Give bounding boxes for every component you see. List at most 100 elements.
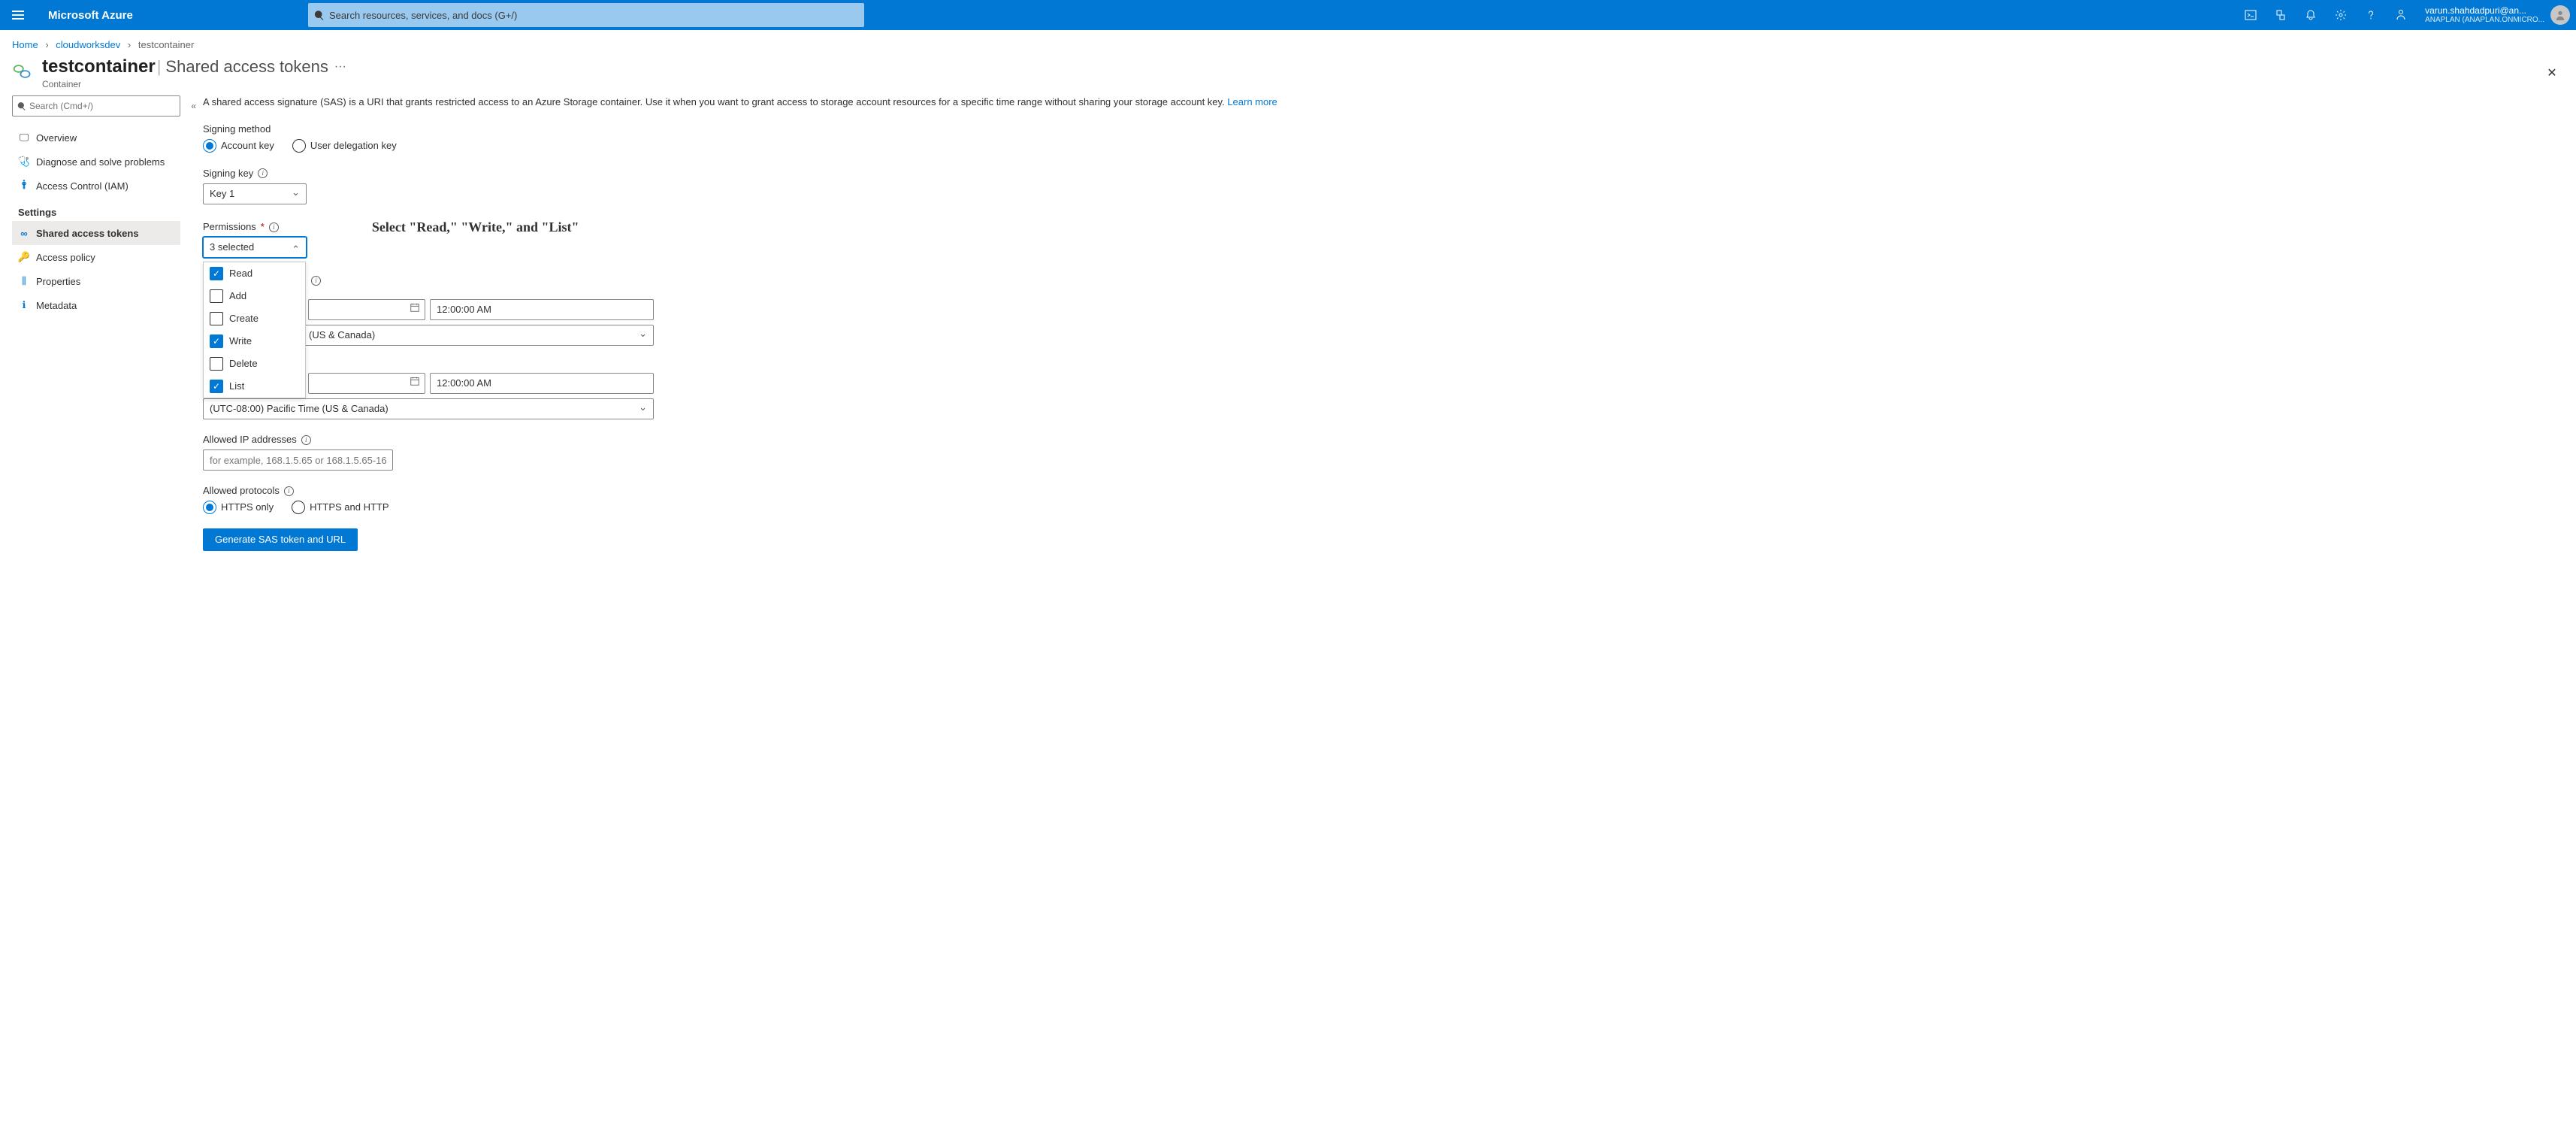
top-bar: Microsoft Azure varun.shahdadpuri@an... … [0,0,2576,30]
iam-icon: 🛉 [18,177,30,194]
info-icon[interactable] [258,168,268,178]
account-menu[interactable]: varun.shahdadpuri@an... ANAPLAN (ANAPLAN… [2416,0,2576,30]
notifications-icon[interactable] [2296,9,2326,21]
start-time-input[interactable]: 12:00:00 AM [430,299,654,320]
end-timezone-select[interactable]: (UTC-08:00) Pacific Time (US & Canada) [203,398,654,419]
page-section: Shared access tokens [165,57,328,77]
sidebar-item-overview[interactable]: 🖵 Overview [12,126,180,150]
account-tenant: ANAPLAN (ANAPLAN.ONMICRO... [2425,16,2544,24]
sidebar-item-label: Metadata [36,300,77,311]
sidebar-item-iam[interactable]: 🛉 Access Control (IAM) [12,174,180,198]
radio-icon [292,501,305,514]
signing-key-select[interactable]: Key 1 [203,183,307,204]
perm-option-delete[interactable]: Delete [204,353,305,375]
key-icon: 🔑 [18,251,30,263]
info-icon[interactable] [301,435,311,445]
perm-option-add[interactable]: Add [204,285,305,307]
brand: Microsoft Azure [36,0,145,30]
checkbox-icon [210,267,223,280]
chevron-right-icon [123,39,135,50]
perm-option-write[interactable]: Write [204,330,305,353]
sidebar-item-sas[interactable]: ∞ Shared access tokens [12,221,180,245]
permissions-select[interactable]: 3 selected [203,237,307,258]
signing-method-account-key[interactable]: Account key [203,139,274,153]
directories-icon[interactable] [2266,9,2296,21]
allowed-ip-label: Allowed IP addresses [203,433,297,446]
token-icon: ∞ [18,228,30,239]
end-time-input[interactable]: 12:00:00 AM [430,373,654,394]
resource-type: Container [42,79,352,89]
cloud-shell-icon[interactable] [2236,9,2266,21]
allowed-ip-input[interactable] [203,449,393,471]
chevron-down-icon [292,187,300,201]
close-button[interactable]: ✕ [2540,61,2564,85]
end-date-input[interactable] [308,373,425,394]
checkbox-icon [210,380,223,393]
sidebar-item-access-policy[interactable]: 🔑 Access policy [12,245,180,269]
generate-sas-button[interactable]: Generate SAS token and URL [203,528,358,551]
sidebar: 🖵 Overview 🩺 Diagnose and solve problems… [12,95,180,551]
breadcrumb: Home cloudworksdev testcontainer [0,30,2576,53]
sidebar-item-label: Access policy [36,252,95,263]
global-search[interactable] [308,3,864,27]
breadcrumb-home[interactable]: Home [12,39,38,50]
metadata-icon: ℹ [18,299,30,311]
checkbox-icon [210,334,223,348]
main-content: A shared access signature (SAS) is a URI… [180,95,2564,551]
chevron-down-icon [639,328,647,342]
info-icon[interactable] [269,222,279,232]
account-email: varun.shahdadpuri@an... [2425,6,2544,16]
breadcrumb-account[interactable]: cloudworksdev [56,39,120,50]
radio-icon [292,139,306,153]
page-header: testcontainer | Shared access tokens ···… [0,53,2576,95]
diagnose-icon: 🩺 [18,156,30,168]
learn-more-link[interactable]: Learn more [1227,96,1277,107]
permissions-dropdown[interactable]: Read Add Create Write Delete [203,262,306,398]
start-date-input[interactable] [308,299,425,320]
calendar-icon [410,302,420,316]
checkbox-icon [210,312,223,325]
sidebar-section-settings: Settings [18,207,180,218]
sidebar-search[interactable] [12,95,180,117]
calendar-icon [410,376,420,390]
chevron-up-icon [292,241,300,254]
signing-method-user-delegation[interactable]: User delegation key [292,139,397,153]
global-search-input[interactable] [329,10,858,21]
instruction-annotation: Select "Read," "Write," and "List" [372,218,579,237]
sidebar-search-input[interactable] [29,101,175,111]
sidebar-item-properties[interactable]: ⫼ Properties [12,269,180,293]
avatar [2550,5,2570,25]
required-marker: * [261,220,265,234]
checkbox-icon [210,357,223,371]
sidebar-item-label: Diagnose and solve problems [36,156,165,168]
sidebar-item-diagnose[interactable]: 🩺 Diagnose and solve problems [12,150,180,174]
settings-icon[interactable] [2326,9,2356,21]
menu-button[interactable] [0,0,36,30]
container-icon [12,61,33,86]
intro-text: A shared access signature (SAS) is a URI… [203,95,2564,109]
top-icons [2236,0,2416,30]
chevron-right-icon [41,39,53,50]
more-button[interactable]: ··· [328,57,352,77]
protocol-https-only[interactable]: HTTPS only [203,501,274,514]
collapse-sidebar-button[interactable] [191,101,196,111]
protocol-https-and-http[interactable]: HTTPS and HTTP [292,501,389,514]
signing-key-label: Signing key [203,167,253,180]
perm-option-read[interactable]: Read [204,262,305,285]
checkbox-icon [210,289,223,303]
help-icon[interactable] [2356,9,2386,21]
sidebar-item-label: Overview [36,132,77,144]
breadcrumb-current: testcontainer [138,39,194,50]
properties-icon: ⫼ [18,275,30,287]
sidebar-item-metadata[interactable]: ℹ Metadata [12,293,180,317]
sidebar-item-label: Access Control (IAM) [36,180,128,192]
info-icon[interactable] [311,276,321,286]
radio-icon [203,139,216,153]
perm-option-create[interactable]: Create [204,307,305,330]
page-title: testcontainer [42,56,156,77]
chevron-down-icon [639,402,647,416]
info-icon[interactable] [284,486,294,496]
overview-icon: 🖵 [18,132,30,144]
perm-option-list[interactable]: List [204,375,305,398]
feedback-icon[interactable] [2386,9,2416,21]
